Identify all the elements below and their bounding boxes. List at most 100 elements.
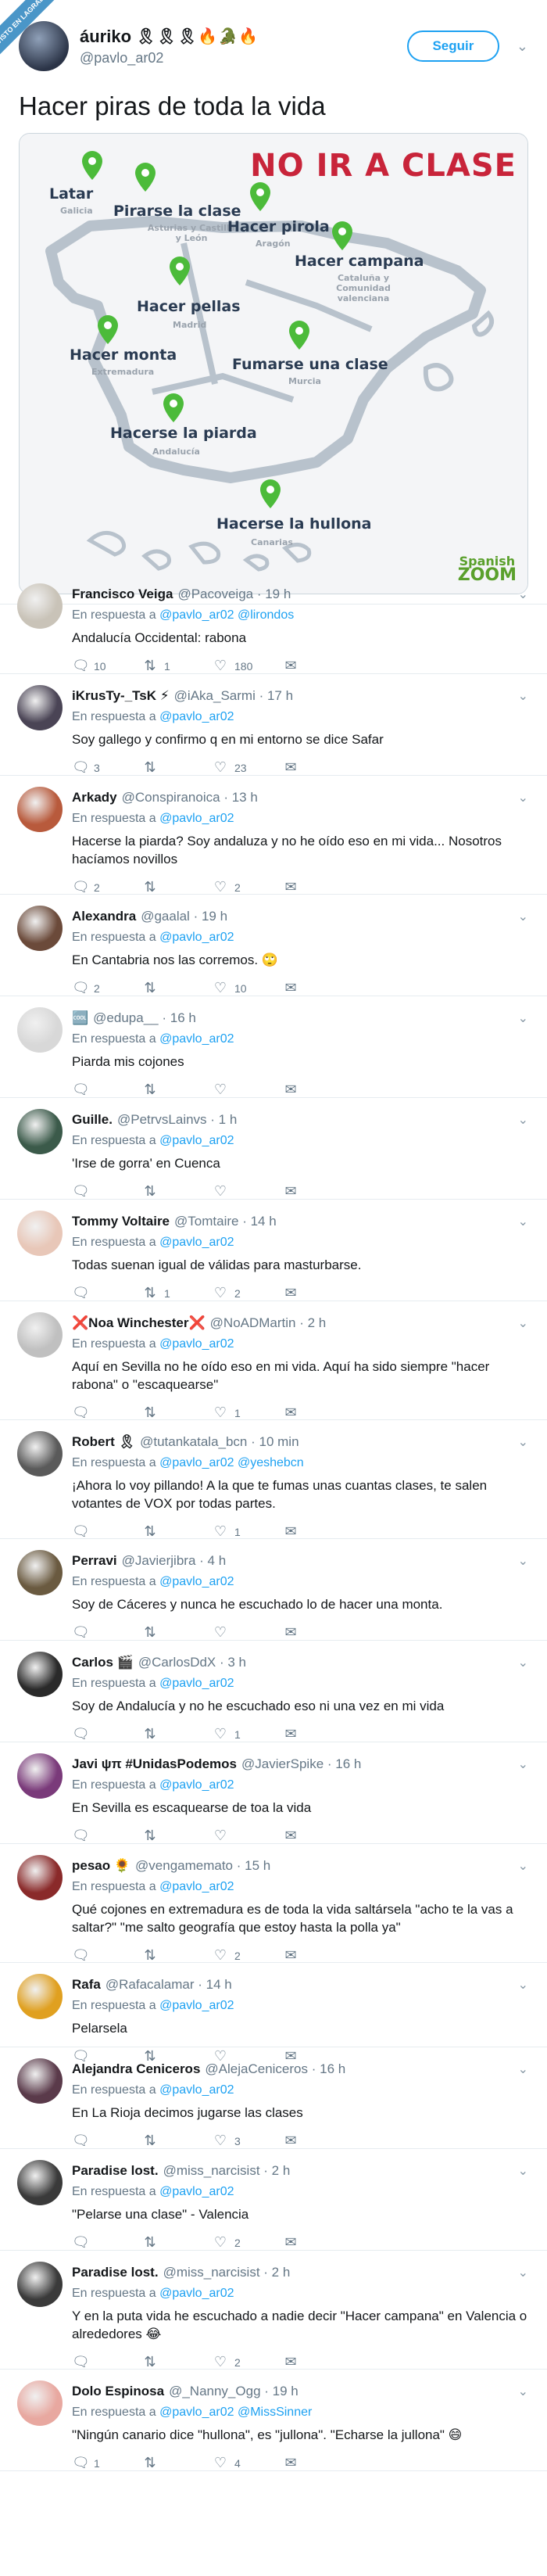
timestamp[interactable]: · 10 min	[251, 1434, 299, 1450]
reply-action[interactable]: 🗨	[72, 1624, 142, 1641]
author-handle[interactable]: @vengamemato	[135, 1858, 233, 1874]
avatar[interactable]	[17, 2160, 63, 2205]
reply-tweet[interactable]: 🆒 @edupa__ · 16 h ⌄ En respuesta a @pavlo_a…	[0, 996, 547, 1098]
author-handle[interactable]: @gaalal	[141, 909, 190, 924]
chevron-down-icon[interactable]: ⌄	[518, 2384, 528, 2399]
timestamp[interactable]: · 1 h	[210, 1112, 237, 1128]
mention-link[interactable]: @pavlo_ar02	[159, 2287, 234, 2300]
dm-action[interactable]: ✉	[283, 980, 353, 996]
author-name[interactable]: Tommy Voltaire	[72, 1214, 170, 1229]
like-action[interactable]: ♡	[213, 1624, 283, 1641]
retweet-action[interactable]: ⇅	[142, 1624, 213, 1641]
author-name[interactable]: iKrusTy-_TsK ⚡	[72, 688, 170, 704]
like-action[interactable]: ♡ 2	[213, 2354, 283, 2370]
mention-link[interactable]: @pavlo_ar02	[159, 2083, 234, 2097]
retweet-action[interactable]: ⇅	[142, 759, 213, 776]
author-handle[interactable]: @PetrvsLainvs	[117, 1112, 207, 1128]
like-action[interactable]: ♡ 2	[213, 1947, 283, 1964]
chevron-down-icon[interactable]: ⌄	[518, 2163, 528, 2179]
reply-action[interactable]: 🗨 10	[72, 658, 142, 674]
retweet-action[interactable]: ⇅	[142, 2354, 213, 2370]
chevron-down-icon[interactable]: ⌄	[518, 1858, 528, 1874]
author-name[interactable]: Alejandra Ceniceros	[72, 2061, 200, 2077]
reply-tweet[interactable]: Robert 🎗 @tutankatala_bcn · 10 min ⌄ En res…	[0, 1420, 547, 1539]
author-handle[interactable]: @_Nanny_Ogg	[169, 2384, 260, 2399]
like-action[interactable]: ♡ 2	[213, 1285, 283, 1301]
mention-link[interactable]: @MissSinner	[238, 2406, 312, 2419]
timestamp[interactable]: · 3 h	[220, 1655, 246, 1670]
reply-action[interactable]: 🗨	[72, 2354, 142, 2370]
avatar[interactable]	[19, 21, 69, 71]
reply-tweet[interactable]: Francisco Veiga @Pacoveiga · 19 h ⌄ En resp…	[0, 572, 547, 674]
like-action[interactable]: ♡ 1	[213, 1405, 283, 1421]
author-handle[interactable]: @Javierjibra	[122, 1553, 196, 1569]
mention-link[interactable]: @pavlo_ar02	[159, 1880, 234, 1893]
like-action[interactable]: ♡ 3	[213, 2133, 283, 2149]
timestamp[interactable]: · 2 h	[299, 1315, 326, 1331]
retweet-action[interactable]: ⇅	[142, 980, 213, 996]
chevron-down-icon[interactable]: ⌄	[518, 1977, 528, 1993]
author-name[interactable]: Paradise lost.	[72, 2265, 159, 2280]
author-name[interactable]: Javi ψπ #UnidasPodemos	[72, 1756, 237, 1772]
chevron-down-icon[interactable]: ⌄	[518, 1112, 528, 1128]
follow-button[interactable]: Seguir	[406, 30, 499, 62]
timestamp[interactable]: · 4 h	[199, 1553, 226, 1569]
chevron-down-icon[interactable]: ⌄	[518, 587, 528, 602]
author-name[interactable]: Carlos 🎬	[72, 1655, 134, 1670]
author-name[interactable]: pesao 🌻	[72, 1858, 130, 1874]
timestamp[interactable]: · 14 h	[242, 1214, 276, 1229]
author-name[interactable]: Paradise lost.	[72, 2163, 159, 2179]
reply-action[interactable]: 🗨	[72, 1405, 142, 1421]
avatar[interactable]	[17, 1109, 63, 1154]
author-name[interactable]: áuriko 🎗🎗🎗🔥🐊🔥	[80, 27, 407, 47]
dm-action[interactable]: ✉	[283, 879, 353, 895]
retweet-action[interactable]: ⇅	[142, 2455, 213, 2471]
avatar[interactable]	[17, 1007, 63, 1053]
avatar[interactable]	[17, 1974, 63, 2019]
dm-action[interactable]: ✉	[283, 1523, 353, 1540]
retweet-action[interactable]: ⇅ 1	[142, 1285, 213, 1301]
mention-link[interactable]: @pavlo_ar02	[159, 1999, 234, 2012]
reply-tweet[interactable]: Paradise lost. @miss_narcisist · 2 h ⌄ En r…	[0, 2251, 547, 2370]
author-name[interactable]: Rafa	[72, 1977, 101, 1993]
reply-action[interactable]: 🗨	[72, 1285, 142, 1301]
mention-link[interactable]: @pavlo_ar02	[159, 1778, 234, 1792]
retweet-action[interactable]: ⇅	[142, 1828, 213, 1844]
timestamp[interactable]: · 19 h	[194, 909, 227, 924]
like-action[interactable]: ♡ 2	[213, 879, 283, 895]
reply-tweet[interactable]: Tommy Voltaire @Tomtaire · 14 h ⌄ En respue…	[0, 1200, 547, 1301]
reply-action[interactable]: 🗨	[72, 2133, 142, 2149]
author-name[interactable]: Alexandra	[72, 909, 136, 924]
author-handle[interactable]: @miss_narcisist	[163, 2163, 260, 2179]
reply-tweet[interactable]: ❌Noa Winchester❌ @NoADMartin · 2 h ⌄ En res…	[0, 1301, 547, 1420]
timestamp[interactable]: · 17 h	[259, 688, 293, 704]
avatar[interactable]	[17, 2380, 63, 2426]
like-action[interactable]: ♡ 180	[213, 658, 283, 674]
author-name[interactable]: Guille.	[72, 1112, 113, 1128]
timestamp[interactable]: · 16 h	[312, 2061, 345, 2077]
reply-action[interactable]: 🗨	[72, 1828, 142, 1844]
author-handle[interactable]: @AlejaCeniceros	[205, 2061, 308, 2077]
chevron-down-icon[interactable]: ⌄	[518, 1214, 528, 1229]
reply-action[interactable]: 🗨	[72, 1082, 142, 1098]
avatar[interactable]	[17, 1855, 63, 1900]
author-name[interactable]: ❌Noa Winchester❌	[72, 1315, 206, 1331]
timestamp[interactable]: · 14 h	[198, 1977, 231, 1993]
avatar[interactable]	[17, 906, 63, 951]
mention-link[interactable]: @pavlo_ar02	[159, 1456, 234, 1469]
reply-tweet[interactable]: Rafa @Rafacalamar · 14 h ⌄ En respuesta a @…	[0, 1963, 547, 2064]
map-image[interactable]: NO IR A CLASE Latar Galicia Pirarse la c…	[19, 133, 528, 594]
timestamp[interactable]: · 13 h	[223, 790, 257, 805]
reply-tweet[interactable]: Arkady @Conspiranoica · 13 h ⌄ En respuesta…	[0, 776, 547, 895]
author-handle[interactable]: @JavierSpike	[241, 1756, 324, 1772]
reply-action[interactable]: 🗨	[72, 2234, 142, 2251]
chevron-down-icon[interactable]: ⌄	[518, 1553, 528, 1569]
mention-link[interactable]: @pavlo_ar02	[159, 812, 234, 825]
author-name[interactable]: Perravi	[72, 1553, 117, 1569]
author-name[interactable]: 🆒	[72, 1010, 88, 1026]
chevron-down-icon[interactable]: ⌄	[518, 1756, 528, 1772]
timestamp[interactable]: · 2 h	[263, 2265, 290, 2280]
mention-link[interactable]: @pavlo_ar02	[159, 1134, 234, 1147]
avatar[interactable]	[17, 1550, 63, 1595]
author-name[interactable]: Robert 🎗	[72, 1434, 135, 1450]
